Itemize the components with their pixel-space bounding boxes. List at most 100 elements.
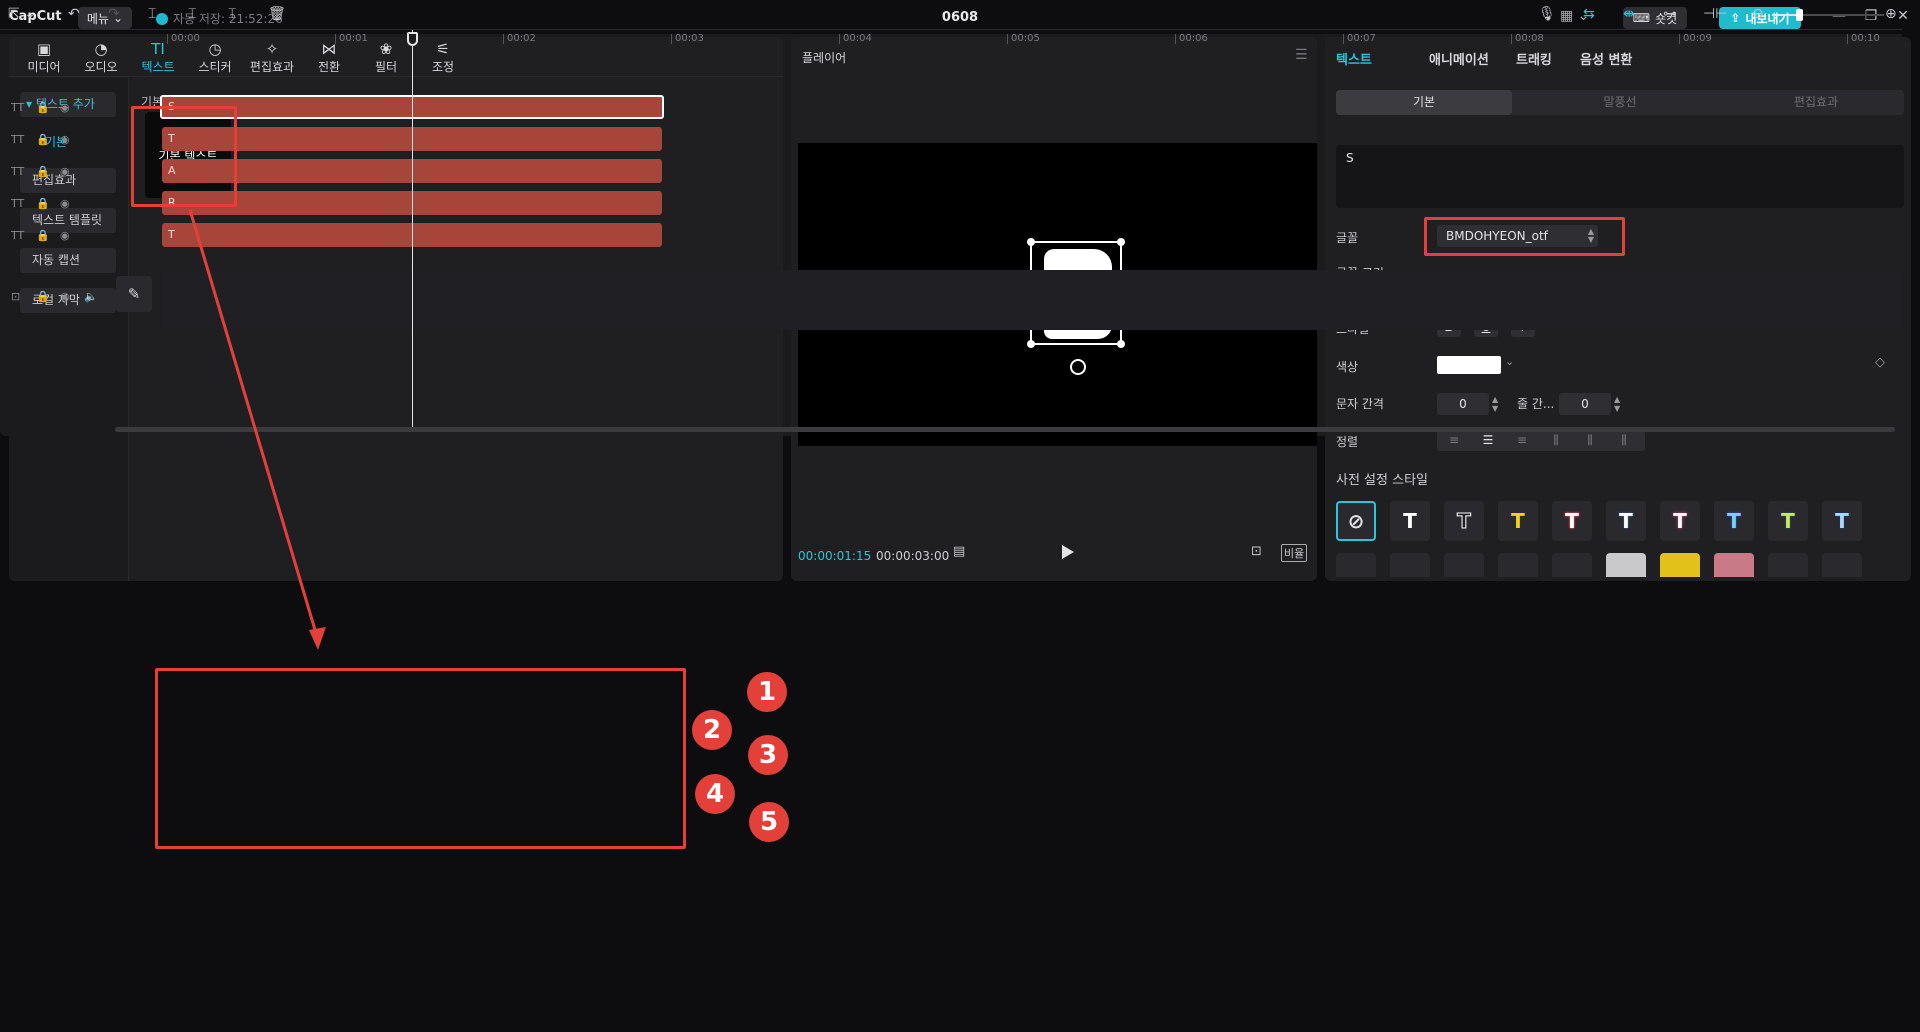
preset-style[interactable] (1498, 553, 1538, 577)
rotate-icon[interactable] (1070, 359, 1086, 375)
lock-icon[interactable]: 🔒 (36, 197, 50, 210)
preset-style[interactable] (1660, 553, 1700, 577)
play-icon[interactable] (1062, 545, 1074, 559)
preset-none-icon[interactable]: ⊘ (1336, 501, 1376, 541)
keyframe-icon[interactable]: ◇ (1875, 355, 1885, 370)
preset-style[interactable]: T (1660, 501, 1700, 541)
track-header: TT 🔒 ◉ (0, 159, 110, 185)
sub-tabs: 기본 말풍선 편집효과 (1336, 90, 1904, 115)
zoom-in-icon[interactable]: ⊕ (1885, 6, 1897, 22)
resize-handle[interactable] (1027, 238, 1035, 246)
timeline-toolbar: ⇱ ⌄ ↶ ↷ ⌶ ⌶ ⌶ 🗑 🎙 ⇆ ⇼ ⊶ ⊣⊢ ⊖ ⊕ (0, 0, 1902, 30)
screenshot-icon[interactable]: ⊡ (1251, 544, 1262, 559)
resize-handle[interactable] (1027, 340, 1035, 348)
text-track-icon: TT (11, 229, 25, 242)
eye-icon[interactable]: ◉ (60, 165, 70, 178)
preset-style[interactable] (1552, 553, 1592, 577)
lock-icon[interactable]: 🔒 (36, 229, 50, 242)
preset-label: 사전 설정 스타일 (1336, 473, 1428, 488)
select-tool-icon[interactable]: ⇱ ⌄ (8, 6, 36, 22)
eye-icon[interactable]: ◉ (60, 290, 70, 303)
preset-style[interactable]: T (1714, 501, 1754, 541)
preset-style[interactable]: T (1390, 501, 1430, 541)
line-spacing-input[interactable]: 0 (1559, 393, 1611, 415)
side-item-auto-caption[interactable]: 자동 캡션 (20, 248, 116, 273)
zoom-slider-knob[interactable] (1796, 9, 1803, 21)
text-content-input[interactable]: S (1336, 145, 1904, 208)
split-icon[interactable]: ⌶ (148, 6, 156, 22)
text-track-icon: TT (11, 165, 25, 178)
tick-label: 00:00 (167, 34, 200, 44)
preset-style[interactable]: T (1498, 501, 1538, 541)
annotation-badge: 4 (695, 774, 735, 814)
timeline-scrollbar[interactable] (115, 427, 1895, 432)
ratio-button[interactable]: 비율 (1281, 544, 1308, 562)
preview-axis-icon[interactable]: ⊣⊢ (1703, 6, 1727, 22)
annotation-box-clips (155, 668, 686, 849)
eye-icon[interactable]: ◉ (60, 229, 70, 242)
align-center-icon[interactable]: ☰ (1471, 433, 1505, 447)
delete-icon[interactable]: 🗑 (268, 6, 286, 22)
align-left-icon[interactable]: ≡ (1437, 433, 1471, 447)
subtab-bubble[interactable]: 말풍선 (1532, 90, 1708, 115)
align-control: ≡ ☰ ≡ ⫼ ⫼ ⫼ (1437, 431, 1645, 451)
link-icon[interactable]: ⊶ (1663, 6, 1677, 22)
resize-handle[interactable] (1117, 238, 1125, 246)
color-swatch[interactable] (1437, 356, 1501, 374)
spin-icon[interactable]: ▲▼ (1492, 395, 1498, 413)
preset-style[interactable] (1768, 553, 1808, 577)
subtab-effects[interactable]: 편집효과 (1728, 90, 1904, 115)
align-top-icon[interactable]: ⫼ (1539, 433, 1573, 448)
snap-icon[interactable]: ⇼ (1623, 6, 1635, 22)
align-right-icon[interactable]: ≡ (1505, 433, 1539, 447)
align-middle-icon[interactable]: ⫼ (1573, 433, 1607, 448)
lock-icon[interactable]: 🔒 (36, 101, 50, 114)
zoom-out-icon[interactable]: ⊖ (1752, 6, 1764, 22)
annotation-badge: 1 (747, 672, 787, 712)
text-track-icon: TT (11, 197, 25, 210)
redo-icon[interactable]: ↷ (108, 6, 120, 22)
preset-style[interactable]: T (1552, 501, 1592, 541)
subtab-basic[interactable]: 기본 (1336, 90, 1512, 115)
undo-icon[interactable]: ↶ (68, 6, 80, 22)
main-track-link-icon[interactable]: ⇆ (1583, 6, 1595, 22)
tab-media[interactable]: ▣ 미디어 (17, 40, 71, 75)
tick-label: 00:09 (1679, 34, 1712, 44)
text-track-icon: TT (11, 101, 25, 114)
lock-icon[interactable]: 🔒 (36, 133, 50, 146)
preset-style[interactable] (1606, 553, 1646, 577)
preset-style[interactable] (1822, 553, 1862, 577)
eye-icon[interactable]: ◉ (60, 133, 70, 146)
eye-icon[interactable]: ◉ (60, 101, 70, 114)
letter-spacing-input[interactable]: 0 (1437, 393, 1489, 415)
preset-style[interactable]: T (1444, 501, 1484, 541)
main-video-track[interactable] (162, 270, 1902, 330)
playhead-handle[interactable] (407, 32, 418, 46)
trim-right-icon[interactable]: ⌶ (228, 6, 236, 22)
resize-handle[interactable] (1117, 340, 1125, 348)
microphone-icon[interactable]: 🎙 (1538, 6, 1556, 22)
align-bottom-icon[interactable]: ⫼ (1607, 433, 1641, 448)
preset-style[interactable]: T (1822, 501, 1862, 541)
tick-label: 00:08 (1511, 34, 1544, 44)
preset-style[interactable]: T (1768, 501, 1808, 541)
playhead[interactable] (412, 30, 413, 430)
time-ruler[interactable]: 00:00 00:01 00:02 00:03 00:04 00:05 00:0… (111, 30, 1902, 52)
speaker-icon[interactable]: 🔈 (84, 290, 98, 303)
preset-style[interactable]: T (1606, 501, 1646, 541)
chevron-down-icon[interactable]: ⌄ (1505, 355, 1514, 368)
preset-style[interactable] (1390, 553, 1430, 577)
preset-style[interactable] (1714, 553, 1754, 577)
lock-icon[interactable]: 🔒 (36, 165, 50, 178)
trim-left-icon[interactable]: ⌶ (188, 6, 196, 22)
track-header: TT 🔒 ◉ (0, 223, 110, 249)
grid-icon[interactable]: ▤ (953, 544, 965, 559)
lock-icon[interactable]: 🔒 (36, 290, 50, 303)
edit-cover-icon[interactable]: ✎ (116, 276, 152, 312)
eye-icon[interactable]: ◉ (60, 197, 70, 210)
preset-style[interactable] (1444, 553, 1484, 577)
cover-icon[interactable]: ⊡ (11, 290, 20, 303)
tick-label: 00:06 (1175, 34, 1208, 44)
preset-style[interactable] (1336, 553, 1376, 577)
spin-icon[interactable]: ▲▼ (1614, 395, 1620, 413)
